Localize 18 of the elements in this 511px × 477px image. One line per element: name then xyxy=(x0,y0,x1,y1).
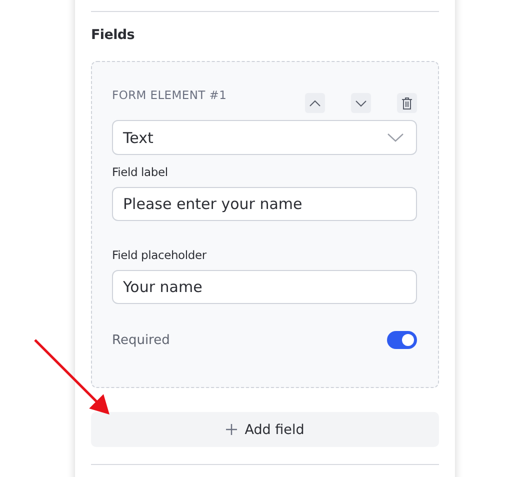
section-title: Fields xyxy=(91,27,136,43)
text-input[interactable]: Please enter your name xyxy=(112,187,417,221)
element-title: FORM ELEMENT #1 xyxy=(112,88,227,102)
text-input[interactable]: Your name xyxy=(112,270,417,304)
delete-button[interactable] xyxy=(397,93,417,113)
move-down-button[interactable] xyxy=(351,93,371,113)
required-toggle[interactable] xyxy=(387,331,417,349)
chevron-up-icon xyxy=(309,100,321,106)
field-label: Field label xyxy=(112,165,169,179)
plus-icon xyxy=(226,424,237,435)
move-up-button[interactable] xyxy=(305,93,325,113)
type-select[interactable]: Text xyxy=(112,120,417,155)
chevron-down-icon xyxy=(355,100,367,106)
field-label: Field placeholder xyxy=(112,248,208,262)
required-label: Required xyxy=(112,332,170,348)
chevron-down-icon xyxy=(387,133,404,142)
trash-icon xyxy=(401,96,413,110)
add-field-button[interactable]: Add field xyxy=(91,412,439,447)
